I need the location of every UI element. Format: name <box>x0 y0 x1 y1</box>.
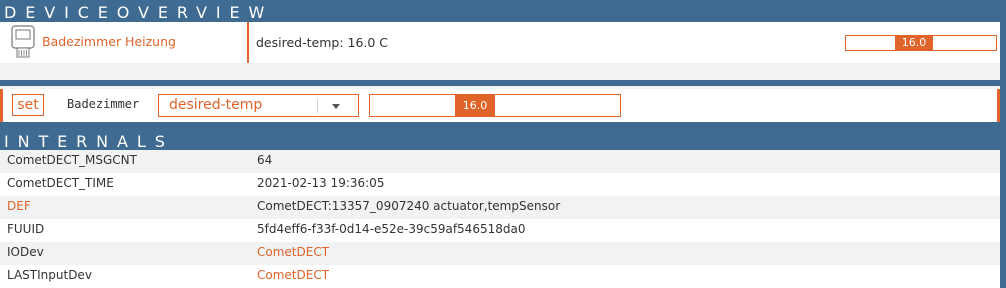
internals-title: INTERNALS <box>4 132 174 151</box>
table-row: DEF CometDECT:13357_0907240 actuator,tem… <box>0 196 1000 219</box>
set-temp-slider[interactable]: 16.0 <box>369 94 621 117</box>
overview-temp-slider[interactable]: 16.0 <box>845 35 997 51</box>
table-row: IODev CometDECT <box>0 242 1000 265</box>
internal-name: IODev <box>7 245 44 259</box>
internal-name: LASTInputDev <box>7 268 92 282</box>
table-row: CometDECT_TIME 2021-02-13 19:36:05 <box>0 173 1000 196</box>
device-name-link[interactable]: Badezimmer Heizung <box>42 34 176 49</box>
internal-value: 64 <box>257 153 273 167</box>
column-divider <box>247 22 249 63</box>
radiator-thermostat-icon <box>11 25 35 58</box>
overview-slider-handle[interactable]: 16.0 <box>895 36 933 50</box>
set-slider-handle[interactable]: 16.0 <box>455 95 495 116</box>
internal-name-link[interactable]: DEF <box>7 199 31 213</box>
internal-name: CometDECT_TIME <box>7 176 114 190</box>
table-row: CometDECT_MSGCNT 64 <box>0 150 1000 173</box>
command-select-value: desired-temp <box>169 97 263 113</box>
internal-name: CometDECT_MSGCNT <box>7 153 137 167</box>
command-select[interactable]: desired-temp <box>158 94 359 117</box>
internal-value: 2021-02-13 19:36:05 <box>257 176 385 190</box>
device-overview-row: Badezimmer Heizung desired-temp: 16.0 C … <box>0 22 1000 63</box>
internal-value: 5fd4eff6-f33f-0d14-e52e-39c59af546518da0 <box>257 222 526 236</box>
chevron-down-icon[interactable] <box>332 104 340 109</box>
set-command-bar: set Badezimmer desired-temp 16.0 <box>0 89 1000 122</box>
set-button[interactable]: set <box>12 94 44 116</box>
device-state-text: desired-temp: 16.0 C <box>256 35 389 50</box>
set-device-name: Badezimmer <box>67 97 140 111</box>
internal-value-link[interactable]: CometDECT <box>257 268 329 282</box>
internal-value-link[interactable]: CometDECT <box>257 245 329 259</box>
device-overview-panel: Badezimmer Heizung desired-temp: 16.0 C … <box>0 22 1000 100</box>
table-row: LASTInputDev CometDECT <box>0 265 1000 288</box>
internal-name: FUUID <box>7 222 45 236</box>
device-overview-title: DEVICEOVERVIEW <box>4 3 274 22</box>
internal-value: CometDECT:13357_0907240 actuator,tempSen… <box>257 199 561 213</box>
internals-table: CometDECT_MSGCNT 64 CometDECT_TIME 2021-… <box>0 150 1000 288</box>
table-row: FUUID 5fd4eff6-f33f-0d14-e52e-39c59af546… <box>0 219 1000 242</box>
select-separator <box>317 99 318 113</box>
